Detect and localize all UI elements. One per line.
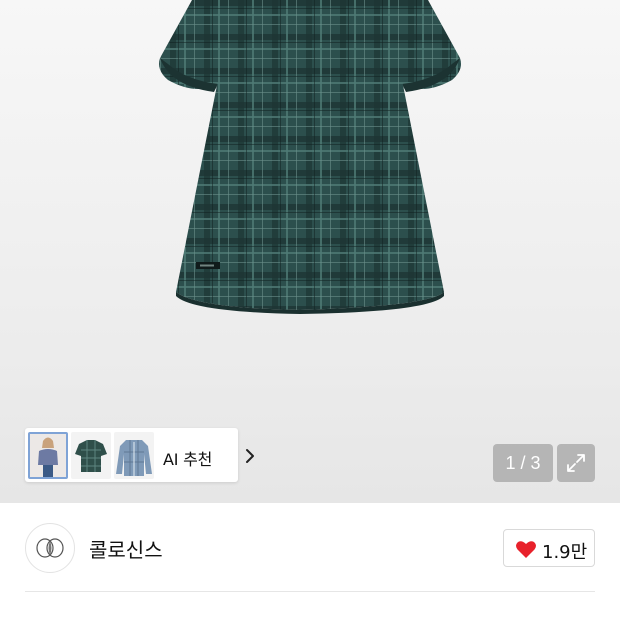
thumb-plaid-shirt[interactable] [71,432,111,479]
chevron-right-icon [246,449,254,463]
ai-recommend-button[interactable]: AI 추천 [25,428,254,482]
divider [25,591,595,592]
thumb-model-plaid[interactable] [28,432,68,479]
brand-name[interactable]: 콜로신스 [89,534,163,563]
image-counter: 1 / 3 [493,444,553,482]
expand-button[interactable] [557,444,595,482]
brand-row: 콜로신스 1.9만 [0,503,620,593]
brand-logo[interactable] [25,523,75,573]
like-count: 1.9만 [542,542,588,563]
heart-icon [516,541,536,558]
brand-logo-icon [36,538,64,558]
ai-recommend-label: AI 추천 [163,450,213,469]
like-button[interactable]: 1.9만 [503,529,595,567]
thumb-denim-shirt[interactable] [114,432,154,479]
expand-icon [567,454,585,472]
product-gallery[interactable]: AI 추천 1 / 3 [0,0,620,503]
